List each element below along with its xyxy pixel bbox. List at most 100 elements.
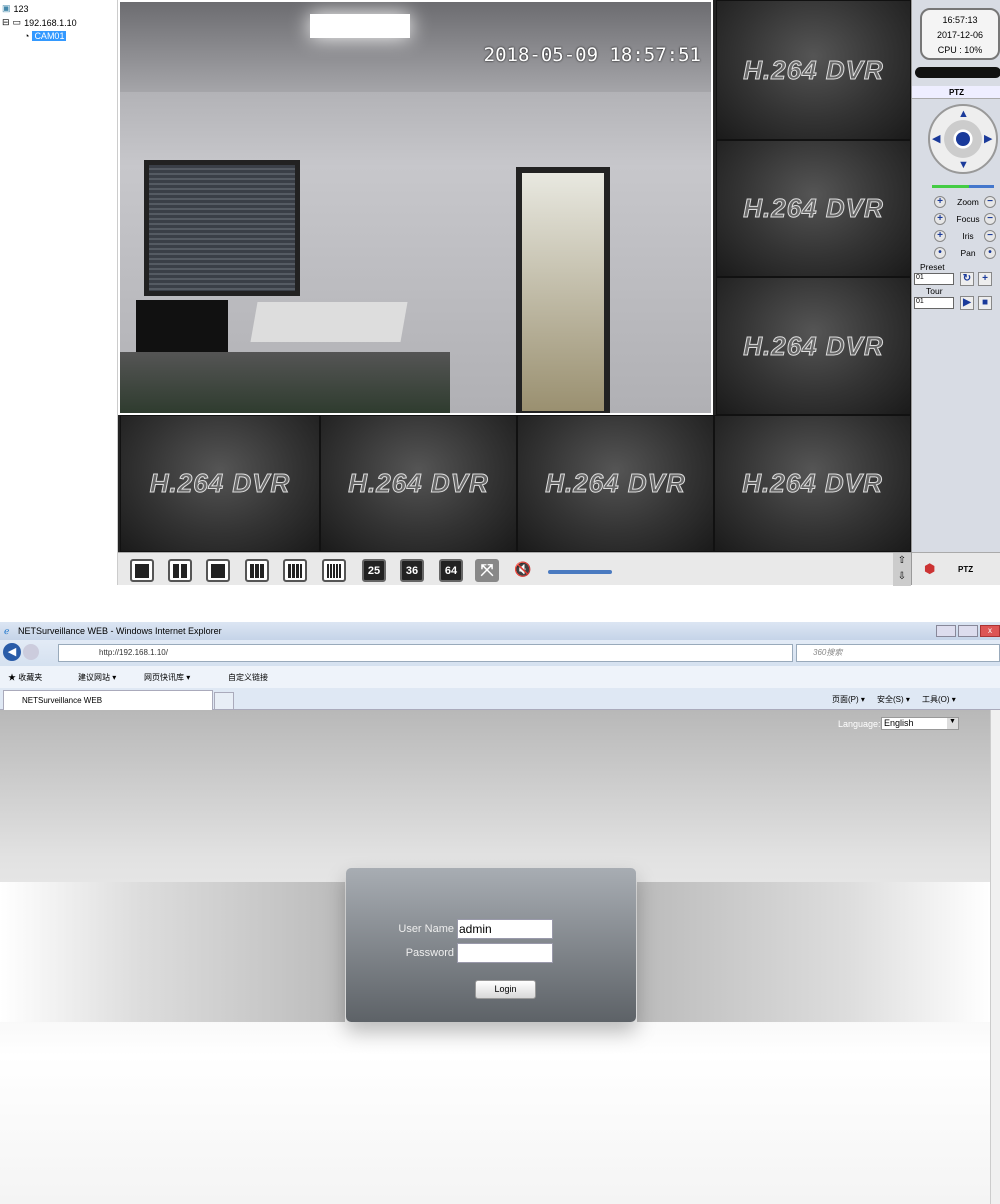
- fullscreen-button[interactable]: ⤧: [475, 559, 499, 582]
- ptz-icon: ⬢: [924, 561, 936, 576]
- menu-tools[interactable]: 工具(O) ▾: [922, 694, 956, 705]
- tour-play-button[interactable]: ▶: [960, 296, 974, 310]
- nine-view-icon: [250, 563, 264, 578]
- layout-25-button[interactable]: 25: [362, 559, 386, 582]
- cpu-usage: CPU : 10%: [937, 45, 983, 55]
- ptz-up-icon[interactable]: ▲: [958, 108, 969, 120]
- monitor: [136, 300, 228, 360]
- video-channel-1[interactable]: 2018-05-09 18:57:51: [118, 0, 713, 415]
- dvr-icon: ▭: [12, 17, 22, 27]
- status-clock: 16:57:13 2017-12-06 CPU : 10%: [920, 8, 1000, 60]
- volume-slider[interactable]: [548, 570, 612, 574]
- iris-out-button[interactable]: −: [984, 230, 996, 242]
- tab-bar: NETSurveillance WEB 页面(P) ▾ 安全(S) ▾ 工具(O…: [0, 688, 1000, 710]
- zoom-out-button[interactable]: −: [984, 196, 996, 208]
- mute-icon[interactable]: 🔇: [514, 561, 531, 578]
- close-button[interactable]: x: [980, 625, 1000, 637]
- papers: [250, 302, 408, 342]
- layout-64-button[interactable]: 64: [439, 559, 463, 582]
- menu-page[interactable]: 页面(P) ▾: [832, 694, 865, 705]
- pan-out-button[interactable]: •: [984, 247, 996, 259]
- layout-1-button[interactable]: [130, 559, 154, 582]
- video-timestamp: 2018-05-09 18:57:51: [483, 44, 701, 66]
- tree-camera[interactable]: ◔ CAM01: [24, 31, 67, 41]
- camera-icon: ◔: [24, 31, 30, 41]
- six-view-icon: [211, 563, 225, 578]
- ptz-toggle[interactable]: ⬢ PTZ: [912, 552, 1000, 585]
- ie-window: ℯ NETSurveillance WEB - Windows Internet…: [0, 622, 1000, 1204]
- dropdown-icon: ▼: [947, 718, 958, 729]
- tree-root[interactable]: ▣ 123: [2, 3, 29, 14]
- window-title-bar: ℯ NETSurveillance WEB - Windows Internet…: [0, 622, 1000, 640]
- layout-9-button[interactable]: [245, 559, 269, 582]
- control-panel: 16:57:13 2017-12-06 CPU : 10% PTZ ▲ ▼ ◀ …: [911, 0, 1000, 585]
- layout-4-button[interactable]: [168, 559, 192, 582]
- menu-safety[interactable]: 安全(S) ▾: [877, 694, 910, 705]
- dvr-client: ▣ 123 ⊟ ▭ 192.168.1.10 ◔ CAM01 2018-05-09 18…: [0, 0, 1000, 586]
- scroll-arrows[interactable]: ⇧ ⇩: [893, 553, 911, 586]
- vertical-scrollbar[interactable]: [990, 710, 1000, 1204]
- video-channel-2[interactable]: H.264 DVR: [716, 0, 911, 140]
- back-button[interactable]: ◀: [3, 643, 21, 661]
- fav-link-1[interactable]: 建议网站 ▾: [78, 672, 116, 683]
- sixteen-view-icon: [327, 563, 341, 578]
- add-preset-button[interactable]: +: [978, 272, 992, 286]
- password-input[interactable]: [457, 943, 553, 963]
- focus-in-button[interactable]: +: [934, 213, 946, 225]
- collapse-icon[interactable]: ⊟: [2, 17, 10, 28]
- pan-in-button[interactable]: •: [934, 247, 946, 259]
- video-channel-7[interactable]: H.264 DVR: [517, 415, 714, 552]
- ptz-direction-pad[interactable]: ▲ ▼ ◀ ▶: [928, 104, 998, 174]
- tab-netsurveillance[interactable]: NETSurveillance WEB: [3, 690, 213, 710]
- eight-view-icon: [288, 563, 302, 578]
- doorway: [516, 167, 610, 413]
- fav-link-3[interactable]: 自定义链接: [228, 672, 268, 683]
- video-channel-5[interactable]: H.264 DVR: [120, 415, 320, 552]
- username-input[interactable]: admin: [457, 919, 553, 939]
- video-channel-4[interactable]: H.264 DVR: [716, 277, 911, 415]
- single-view-icon: [135, 563, 149, 578]
- zoom-in-button[interactable]: +: [934, 196, 946, 208]
- ptz-right-icon[interactable]: ▶: [984, 132, 992, 145]
- forward-button[interactable]: [23, 644, 39, 660]
- fav-link-2[interactable]: 网页快讯库 ▾: [144, 672, 190, 683]
- tree-device[interactable]: ⊟ ▭ 192.168.1.10: [2, 17, 77, 28]
- tour-select[interactable]: 01: [914, 297, 954, 309]
- layout-8-button[interactable]: [283, 559, 307, 582]
- ptz-speed-slider[interactable]: [932, 185, 994, 188]
- group-icon: ▣: [2, 3, 11, 13]
- iris-in-button[interactable]: +: [934, 230, 946, 242]
- window-blinds: [144, 160, 300, 296]
- corridor-left: [0, 882, 345, 1022]
- maximize-button[interactable]: [958, 625, 978, 637]
- favorites-button[interactable]: ★ 收藏夹: [8, 672, 42, 683]
- device-tree: ▣ 123 ⊟ ▭ 192.168.1.10 ◔ CAM01: [0, 0, 118, 585]
- layout-36-button[interactable]: 36: [400, 559, 424, 582]
- login-page: Language: English ▼ User Name admin Passw…: [0, 710, 990, 1204]
- url-input[interactable]: http://192.168.1.10/: [58, 644, 793, 662]
- goto-preset-button[interactable]: ↻: [960, 272, 974, 286]
- ptz-down-icon[interactable]: ▼: [958, 159, 969, 171]
- search-input[interactable]: 360搜索: [796, 644, 1000, 662]
- ie-icon: ℯ: [4, 626, 10, 636]
- login-button[interactable]: Login: [475, 980, 536, 999]
- language-select[interactable]: English ▼: [881, 717, 959, 730]
- fullscreen-icon: ⤧: [480, 561, 494, 579]
- focus-out-button[interactable]: −: [984, 213, 996, 225]
- video-channel-8[interactable]: H.264 DVR: [714, 415, 911, 552]
- new-tab-button[interactable]: [214, 692, 234, 710]
- minimize-button[interactable]: [936, 625, 956, 637]
- login-box: User Name admin Password Login: [346, 868, 636, 1022]
- layout-6-button[interactable]: [206, 559, 230, 582]
- ptz-center-icon[interactable]: [956, 132, 970, 146]
- layout-16-button[interactable]: [322, 559, 346, 582]
- address-bar-row: ◀ http://192.168.1.10/ 360搜索: [0, 640, 1000, 666]
- video-channel-6[interactable]: H.264 DVR: [320, 415, 517, 552]
- tour-stop-button[interactable]: ■: [978, 296, 992, 310]
- ptz-left-icon[interactable]: ◀: [932, 132, 940, 145]
- layout-toolbar: 25 36 64 ⤧ 🔇 ⇧ ⇩: [118, 552, 911, 586]
- ptz-title: PTZ: [912, 86, 1000, 99]
- ceiling-light: [310, 14, 410, 38]
- preset-select[interactable]: 01: [914, 273, 954, 285]
- video-channel-3[interactable]: H.264 DVR: [716, 140, 911, 277]
